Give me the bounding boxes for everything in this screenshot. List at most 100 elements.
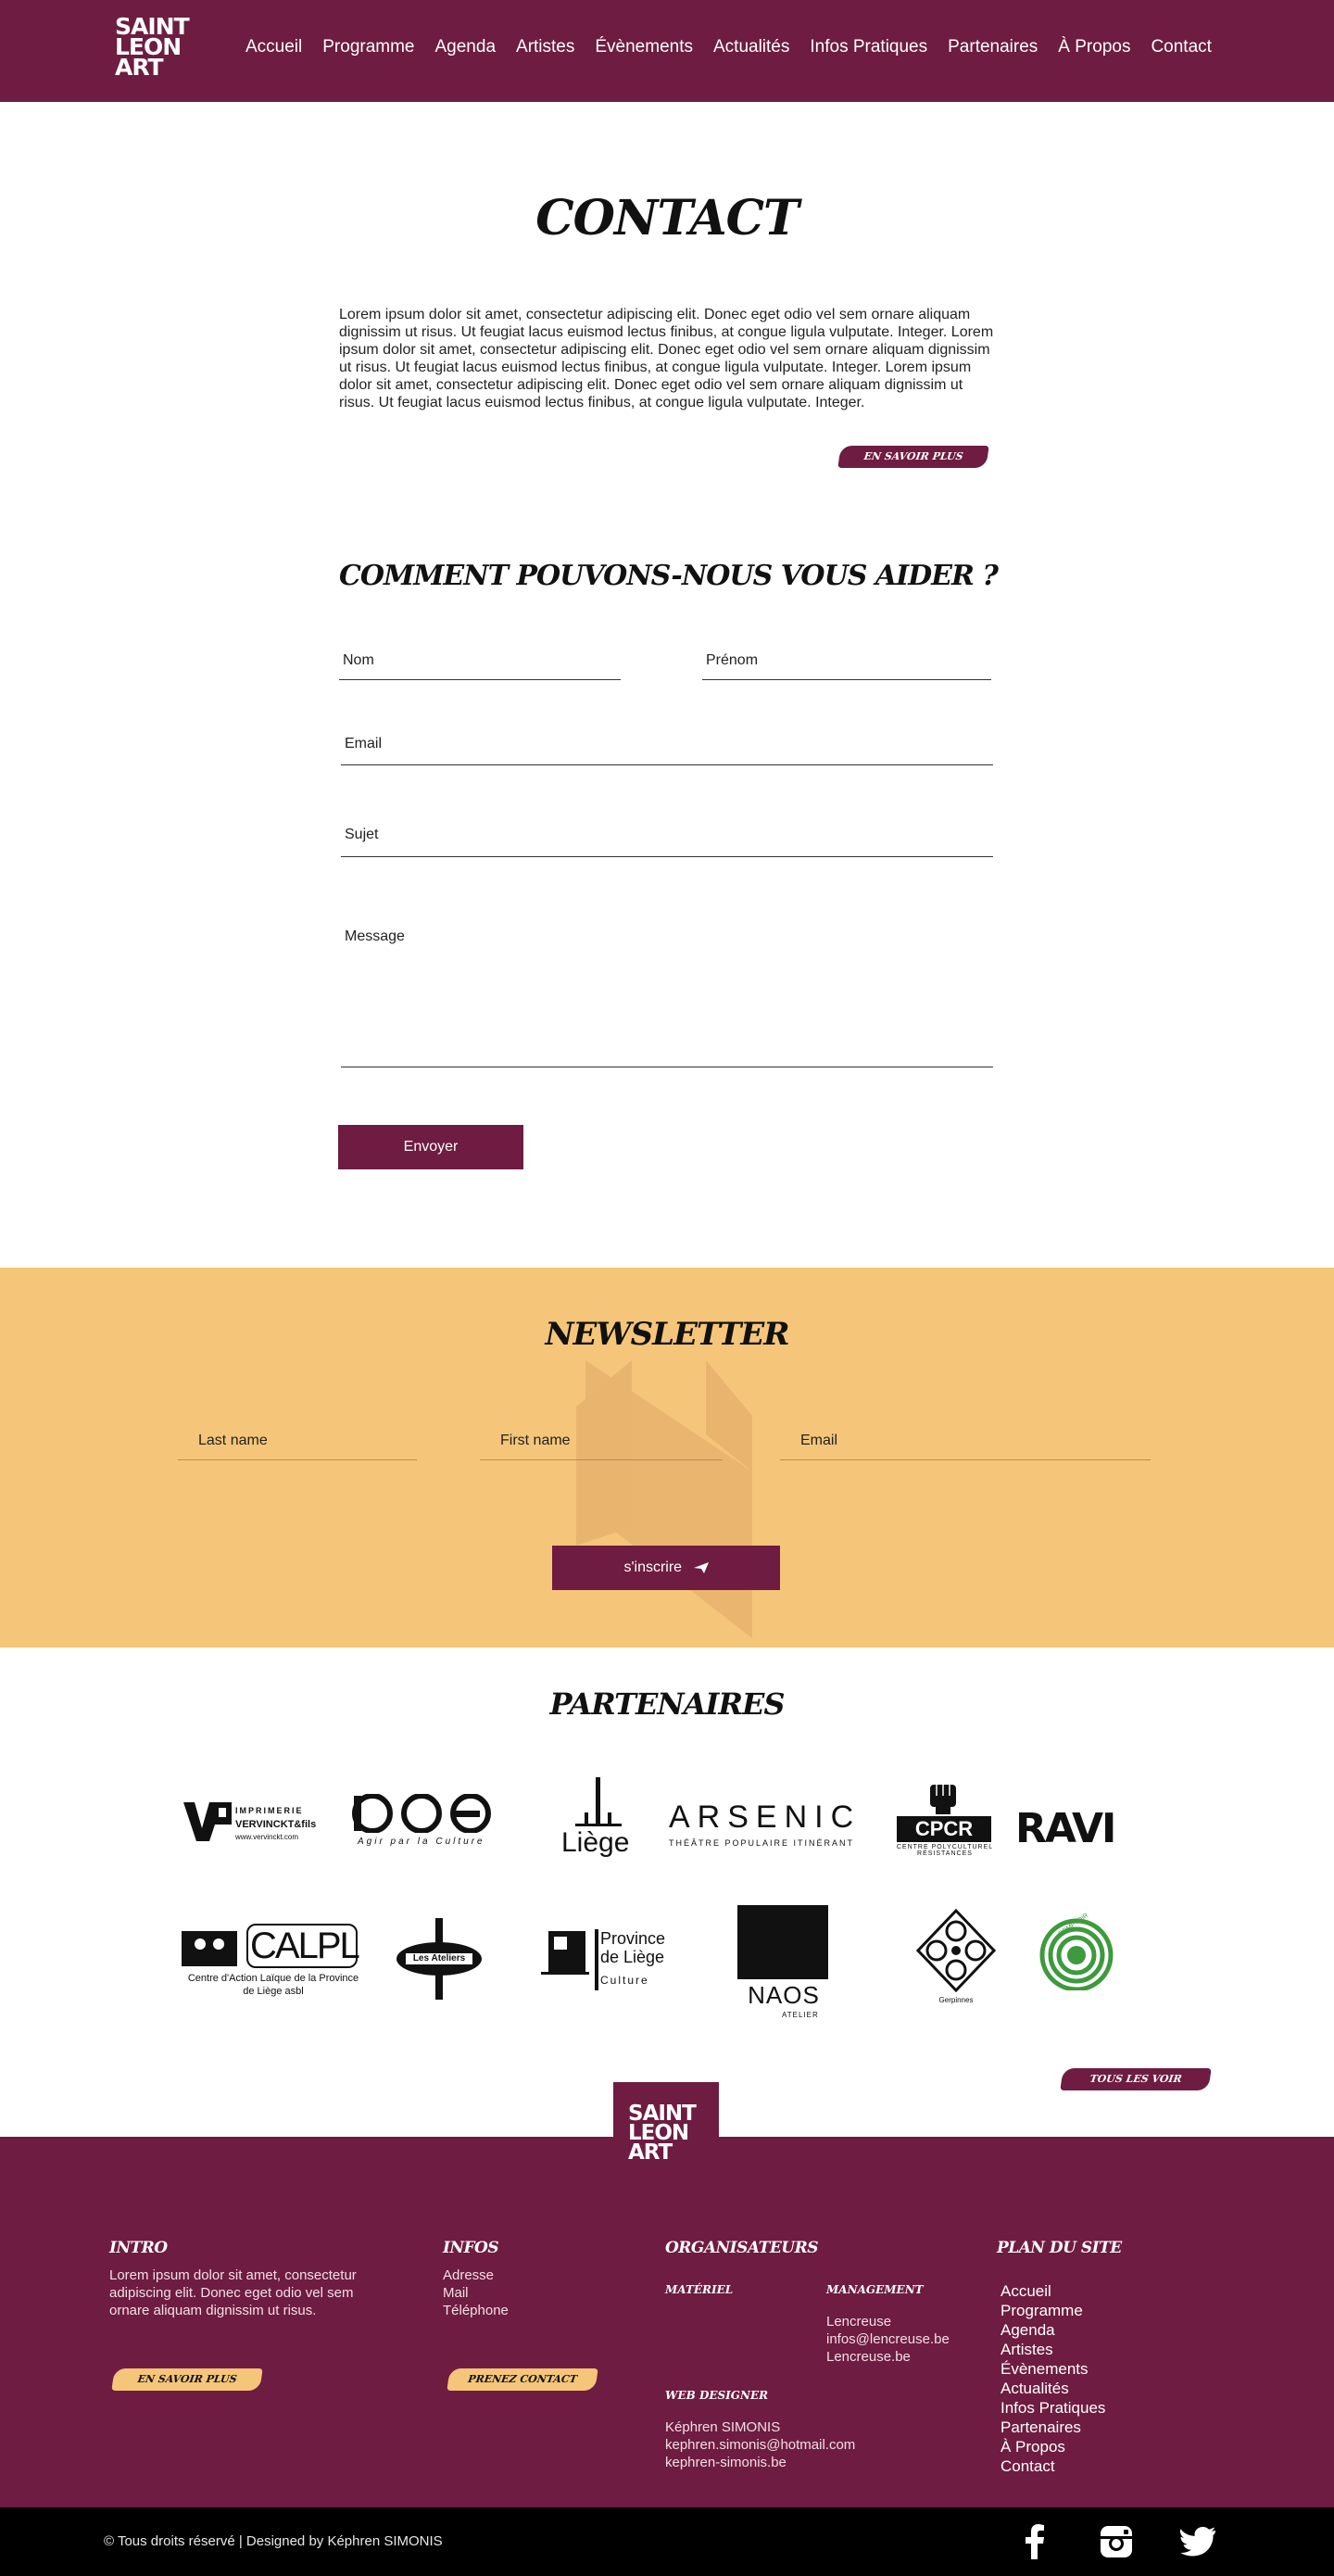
footer-plan-accueil[interactable]: Accueil [1000,2281,1051,2301]
subscribe-label: s'inscrire [623,1559,683,1575]
nav-agenda[interactable]: Agenda [435,37,497,57]
instagram-icon[interactable] [1099,2524,1134,2559]
footer-plan-contact[interactable]: Contact [1000,2456,1055,2476]
nav-programme[interactable]: Programme [322,37,414,57]
bottom-bar: © Tous droits réservé | Designed by Képh… [0,2507,1334,2576]
site-logo[interactable]: SAINT LEON ART [115,15,200,81]
partner-logo-ravi[interactable]: RAVI [1015,1805,1126,1852]
newsletter-section: NEWSLETTER Last name First name Email s'… [0,1268,1334,1648]
nav-evenements[interactable]: Évènements [595,37,693,57]
partner-logo-comptoir[interactable]: COMPTOIR [1039,1913,1114,1992]
partner-logo-cpcr[interactable]: CPCR CENTRE POLYCULTUREL RÉSISTANCES [889,1781,1000,1864]
nav-accueil[interactable]: Accueil [245,37,302,57]
footer-logo[interactable]: SAINT LEON ART [613,2082,719,2184]
footer-plan-a-propos[interactable]: À Propos [1000,2437,1065,2456]
ravi-name: RAVI [1015,1805,1116,1852]
newsletter-email-input[interactable]: Email [780,1423,1151,1460]
twitter-glyph [1180,2527,1215,2557]
footer-plan-evenements[interactable]: Évènements [1000,2359,1089,2379]
footer-contact-button[interactable]: PRENEZ CONTACT [447,2368,598,2391]
calpl-sub: Centre d'Action Laïque de la Province de… [187,1973,359,1997]
spiral-knot-icon [916,1909,996,1992]
first-name-input[interactable]: First name [480,1423,723,1460]
province-sub: Culture [600,1974,649,1987]
footer-management: MANAGEMENT [826,2283,924,2296]
partner-logo-province[interactable]: Province de Liège Culture [541,1927,680,1996]
partner-logo-naos[interactable]: NAOS ATELIER [736,1905,832,2020]
site-footer: INTRO Lorem ipsum dolor sit amet, consec… [0,2137,1334,2507]
footer-plan-infos-pratiques[interactable]: Infos Pratiques [1000,2398,1105,2418]
footer-plan-agenda[interactable]: Agenda [1000,2320,1055,2340]
see-all-partners-button[interactable]: TOUS LES VOIR [1060,2068,1212,2090]
page: SAINT LEON ART Accueil Programme Agenda … [0,0,1334,2576]
partner-logo-dac[interactable]: Agir par la Culture [348,1794,497,1853]
gerpinnes-name: Gerpinnes [938,1996,974,2004]
cpcr-name: CPCR [897,1816,991,1842]
vp-sub: VERVINCKT&fils [235,1819,317,1830]
liege-name: Liège [561,1827,630,1858]
naos-sub: ATELIER [782,2011,819,2019]
liege-perron-icon [575,1777,622,1826]
footer-webdesigner-site[interactable]: kephren-simonis.be [665,2454,787,2471]
partners-title: PARTENAIRES [549,1686,786,1722]
subscribe-button[interactable]: s'inscrire [552,1546,780,1590]
footer-plan-programme[interactable]: Programme [1000,2301,1083,2320]
partner-logo-arsenic[interactable]: ARSENIC THÉÂTRE POPULAIRE ITINÉRANT [669,1799,878,1851]
dac-mark-icon [352,1794,491,1833]
calpl-name: CALPL [250,1926,360,1966]
footer-logo-line-3: ART [628,2140,673,2165]
email-field[interactable]: Email [341,732,993,765]
nom-label: Nom [343,652,374,668]
sujet-field[interactable]: Sujet [341,825,993,857]
province-name: Province de Liège [600,1929,666,1966]
message-label: Message [345,928,405,944]
newsletter-deco-icon [576,1360,752,1638]
nav-partenaires[interactable]: Partenaires [948,37,1038,57]
first-name-label: First name [500,1433,571,1448]
footer-management-email[interactable]: infos@lencreuse.be [826,2330,950,2348]
partner-logo-calpl[interactable]: CALPL Centre d'Action Laïque de la Provi… [182,1920,361,2003]
last-name-input[interactable]: Last name [178,1423,417,1460]
facebook-icon[interactable] [1017,2524,1052,2559]
footer-plan-artistes[interactable]: Artistes [1000,2340,1053,2359]
nom-field[interactable]: Nom [339,649,621,680]
send-button[interactable]: Envoyer [338,1125,523,1169]
email-label: Email [345,736,383,751]
footer-intro-title: INTRO [109,2239,168,2257]
footer-plan-partenaires[interactable]: Partenaires [1000,2418,1081,2437]
copyright-text: © Tous droits réservé | Designed by Képh… [104,2533,443,2549]
nav-artistes[interactable]: Artistes [516,37,574,57]
footer-webdesigner-email[interactable]: kephren.simonis@hotmail.com [665,2436,855,2454]
message-field[interactable]: Message [341,927,993,1067]
dac-sub: Agir par la Culture [358,1837,485,1847]
newsletter-title: NEWSLETTER [545,1316,789,1353]
vp-name: IMPRIMERIE [235,1806,304,1815]
footer-infos-adresse[interactable]: Adresse [443,2267,494,2284]
nav-infos-pratiques[interactable]: Infos Pratiques [810,37,927,57]
newsletter-email-label: Email [800,1433,838,1448]
partner-logo-gerpinnes[interactable]: Gerpinnes [913,1909,999,2013]
more-info-button[interactable]: EN SAVOIR PLUS [837,446,989,468]
vp-url: www.vervinckt.com [235,1833,299,1841]
footer-intro-text: Lorem ipsum dolor sit amet, consectetur … [109,2267,357,2318]
partner-logo-vervinckt[interactable]: IMPRIMERIE VERVINCKT&fils www.vervinckt.… [183,1800,322,1847]
province-divider [595,1929,598,1990]
footer-plan-title: PLAN DU SITE [997,2239,1122,2257]
nav-actualites[interactable]: Actualités [713,37,789,57]
footer-materiel: MATÉRIEL [665,2283,734,2296]
nav-a-propos[interactable]: À Propos [1058,37,1130,57]
prenom-field[interactable]: Prénom [702,649,991,680]
province-crest-icon [541,1931,589,1975]
ateliers-name: Les Ateliers [412,1953,466,1964]
footer-infos-mail[interactable]: Mail [443,2284,469,2302]
footer-infos-telephone[interactable]: Téléphone [443,2302,509,2319]
logo-line-3: ART [115,54,164,81]
twitter-icon[interactable] [1180,2524,1215,2559]
footer-more-button[interactable]: EN SAVOIR PLUS [111,2368,263,2391]
footer-plan-actualites[interactable]: Actualités [1000,2379,1069,2398]
partner-logo-ateliers[interactable]: Les Ateliers [396,1918,482,2000]
footer-management-site[interactable]: Lencreuse.be [826,2348,911,2366]
prenom-label: Prénom [706,652,759,668]
partner-logo-liege[interactable]: Liège [552,1777,654,1870]
nav-contact[interactable]: Contact [1151,37,1211,57]
